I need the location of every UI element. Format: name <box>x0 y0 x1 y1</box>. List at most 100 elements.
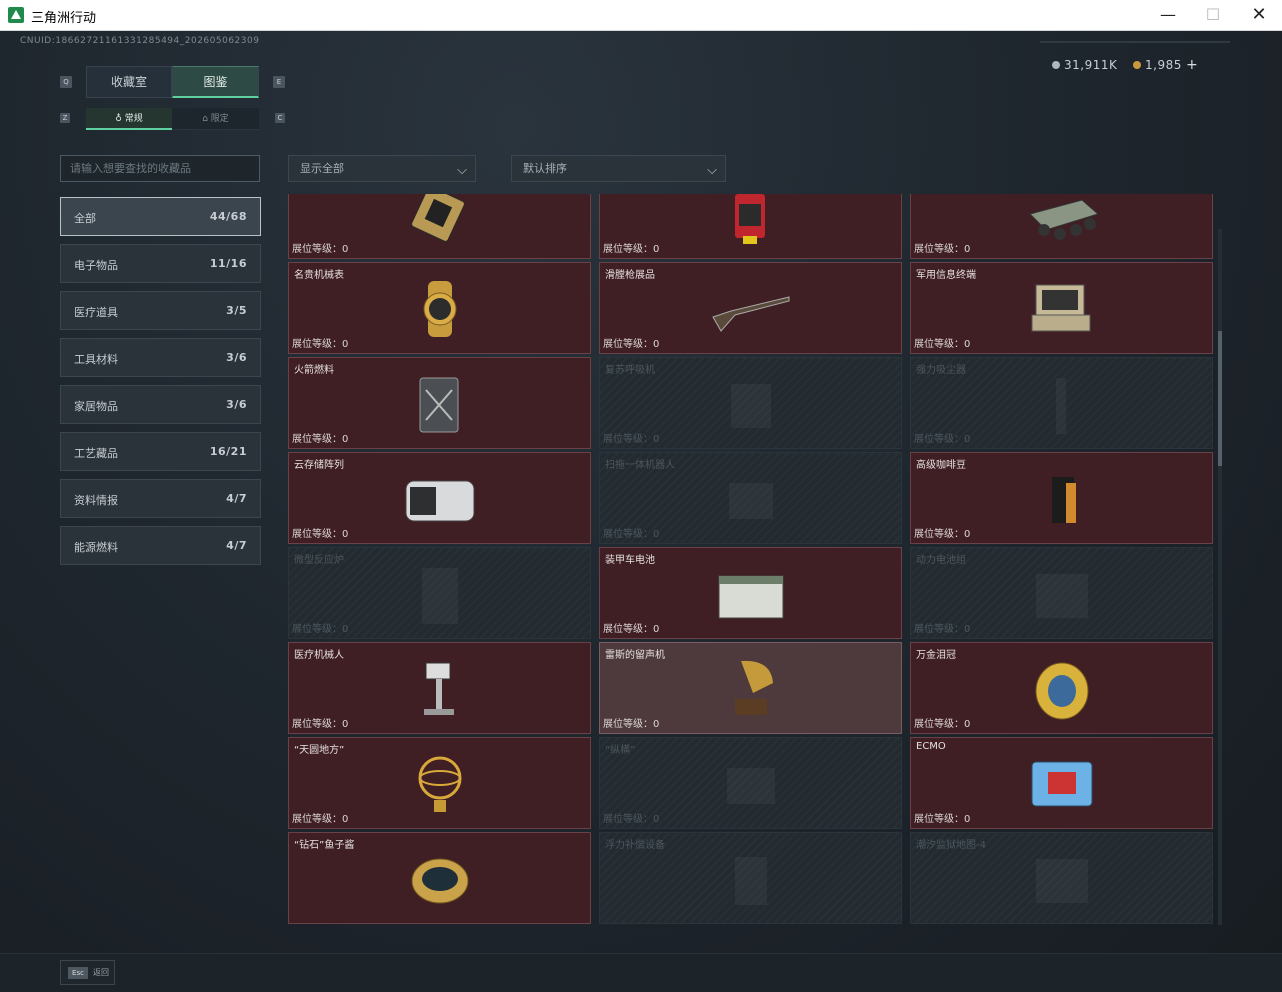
currency-silver-value: 31,911K <box>1064 58 1118 72</box>
collection-card[interactable]: ECMO 展位等级：0 <box>910 737 1213 829</box>
category-name: 电子物品 <box>74 259 118 272</box>
collection-card[interactable]: 自动体外除颤器展位等级：0 <box>599 194 902 259</box>
currency-silver: 31,911K <box>1052 58 1117 72</box>
add-currency-button[interactable]: + <box>1186 57 1198 73</box>
category-item[interactable]: 电子物品 11/16 <box>60 244 261 283</box>
collection-card[interactable]: 装甲车电池 展位等级：0 <box>599 547 902 639</box>
window-titlebar: 三角洲行动 — ☐ ✕ <box>0 0 1282 31</box>
card-level: 展位等级：0 <box>292 529 349 540</box>
sort-dropdown[interactable]: 默认排序 ⌵ <box>511 155 726 182</box>
category-item[interactable]: 资料情报 4/7 <box>60 479 261 518</box>
top-divider <box>1040 41 1230 43</box>
category-count: 16/21 <box>209 445 247 458</box>
card-level: 展位等级：0 <box>292 814 349 825</box>
subtab-regular[interactable]: ♁ 常规 <box>86 108 172 130</box>
category-name: 医疗道具 <box>74 306 118 319</box>
collection-card[interactable]: “纵横” 展位等级：0 <box>599 737 902 829</box>
collection-card[interactable]: 军用信息终端 展位等级：0 <box>910 262 1213 354</box>
card-name: 强力吸尘器 <box>916 365 966 376</box>
card-name: 复苏呼吸机 <box>605 365 655 376</box>
app-logo-icon <box>8 7 24 23</box>
category-item[interactable]: 工艺藏品 16/21 <box>60 432 261 471</box>
collection-card[interactable]: 雷斯的留声机 展位等级：0 <box>599 642 902 734</box>
card-level: 展位等级：0 <box>292 624 349 635</box>
currency-gold: 1,985 <box>1133 58 1182 72</box>
collection-card[interactable]: 扫拖一体机器人 展位等级：0 <box>599 452 902 544</box>
category-item[interactable]: 家居物品 3/6 <box>60 385 261 424</box>
back-label: 返回 <box>93 968 109 977</box>
category-item[interactable]: 医疗道具 3/5 <box>60 291 261 330</box>
collection-card[interactable]: 曼德尔超算单元展位等级：0 <box>288 194 591 259</box>
search-input[interactable]: 请输入想要查找的收藏品 <box>60 155 260 182</box>
map-icon <box>1022 843 1102 913</box>
collection-card[interactable]: 强力吸尘器 展位等级：0 <box>910 357 1213 449</box>
collection-card[interactable]: 滑膛枪展品 展位等级：0 <box>599 262 902 354</box>
category-name: 工艺藏品 <box>74 447 118 460</box>
filter-dropdown[interactable]: 显示全部 ⌵ <box>288 155 476 182</box>
collection-card[interactable]: 复苏呼吸机 展位等级：0 <box>599 357 902 449</box>
tab-catalog[interactable]: 图鉴 <box>172 66 259 98</box>
player-uid: CNUID:18662721161331285494_202605062309 <box>20 36 260 46</box>
storage-array-icon <box>400 463 480 533</box>
category-count: 3/5 <box>226 304 247 317</box>
collection-card[interactable]: 云存储阵列 展位等级：0 <box>288 452 591 544</box>
back-button[interactable]: Esc 返回 <box>60 960 115 985</box>
card-level: 展位等级：0 <box>603 814 660 825</box>
e-key-hint: E <box>273 76 285 88</box>
card-name: 医疗机械人 <box>294 650 344 661</box>
card-name: 高级咖啡豆 <box>916 460 966 471</box>
battery-pack-icon <box>1022 558 1102 628</box>
limited-icon: ⌂ <box>202 114 211 124</box>
armored-vehicle-icon <box>1022 194 1102 248</box>
collection-card[interactable]: 万金泪冠 展位等级：0 <box>910 642 1213 734</box>
card-name: 名贵机械表 <box>294 270 344 281</box>
caviar-tin-icon <box>400 843 480 913</box>
category-count: 11/16 <box>209 257 247 270</box>
battery-icon <box>711 558 791 628</box>
collection-card[interactable]: 微型反应炉 展位等级：0 <box>288 547 591 639</box>
maximize-button[interactable]: ☐ <box>1190 0 1236 31</box>
collection-card[interactable]: “天圆地方” 展位等级：0 <box>288 737 591 829</box>
collection-grid: 曼德尔超算单元展位等级：0自动体外除颤器展位等级：0步战车模型展位等级：0 名贵机… <box>288 194 1213 924</box>
card-name: “天圆地方” <box>294 745 345 756</box>
card-name: ECMO <box>916 741 946 752</box>
close-button[interactable]: ✕ <box>1236 0 1282 31</box>
gramophone-icon <box>711 653 791 723</box>
collection-card[interactable]: 名贵机械表 展位等级：0 <box>288 262 591 354</box>
card-level: 展位等级：0 <box>914 339 971 350</box>
collection-card[interactable]: 浮力补偿设备 <box>599 832 902 924</box>
card-name: 滑膛枪展品 <box>605 270 655 281</box>
bcd-icon <box>711 843 791 913</box>
card-name: 雷斯的留声机 <box>605 650 665 661</box>
subtab-limited[interactable]: ⌂ 限定 <box>172 108 259 130</box>
card-name: 扫拖一体机器人 <box>605 460 675 471</box>
category-item[interactable]: 能源燃料 4/7 <box>60 526 261 565</box>
card-name: 浮力补偿设备 <box>605 840 665 851</box>
collection-card[interactable]: 潮汐监狱地图-4 <box>910 832 1213 924</box>
reactor-icon <box>400 558 480 628</box>
collection-card[interactable]: 步战车模型展位等级：0 <box>910 194 1213 259</box>
game-viewport: CNUID:18662721161331285494_202605062309 … <box>0 31 1282 992</box>
collection-card[interactable]: 高级咖啡豆 展位等级：0 <box>910 452 1213 544</box>
collection-card[interactable]: 医疗机械人 展位等级：0 <box>288 642 591 734</box>
c-key-hint: C <box>275 113 285 123</box>
musket-icon <box>711 273 791 343</box>
collection-card[interactable]: “钻石”鱼子酱 <box>288 832 591 924</box>
collection-card[interactable]: 火箭燃料 展位等级：0 <box>288 357 591 449</box>
window-title: 三角洲行动 <box>31 11 97 26</box>
scrollbar-thumb[interactable] <box>1218 331 1222 466</box>
category-count: 4/7 <box>226 539 247 552</box>
minimize-button[interactable]: — <box>1145 0 1191 31</box>
collection-card[interactable]: 动力电池组 展位等级：0 <box>910 547 1213 639</box>
footer-bar <box>0 953 1282 992</box>
vacuum-icon <box>1022 368 1102 438</box>
q-key-hint: Q <box>60 76 72 88</box>
category-item[interactable]: 全部 44/68 <box>60 197 261 236</box>
card-level: 展位等级：0 <box>292 244 349 255</box>
tab-collection[interactable]: 收藏室 <box>86 66 172 98</box>
watch-icon <box>400 273 480 343</box>
category-item[interactable]: 工具材料 3/6 <box>60 338 261 377</box>
card-level: 展位等级：0 <box>603 624 660 635</box>
gold-coin-icon <box>1133 61 1141 69</box>
filter-dropdown-label: 显示全部 <box>300 162 344 175</box>
